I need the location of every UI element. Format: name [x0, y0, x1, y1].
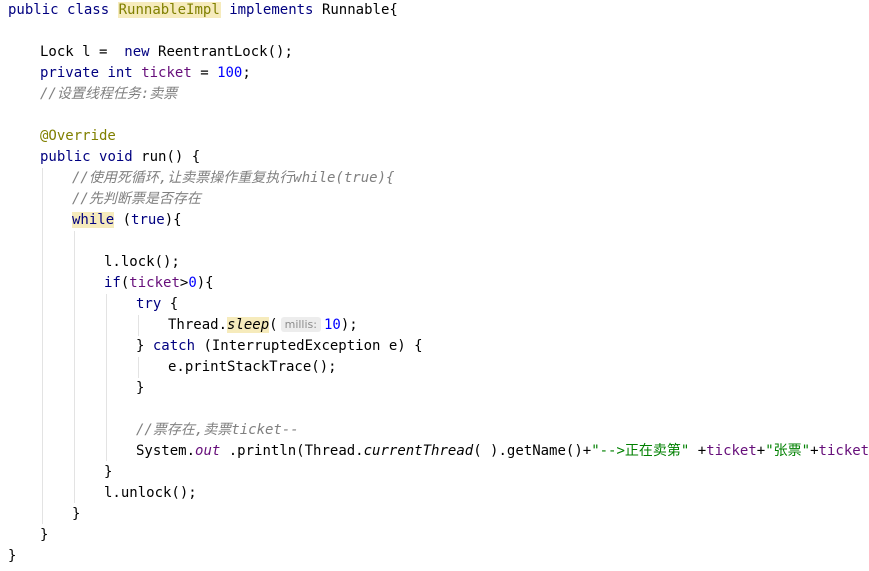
code-text: = [191, 65, 218, 81]
parameter-hint: millis: [280, 317, 321, 332]
keyword: void [99, 149, 133, 165]
code-line-comment[interactable]: //先判断票是否存在 [72, 189, 201, 210]
keyword: public [8, 2, 59, 18]
keyword: if [104, 275, 121, 291]
code-line-close-brace[interactable]: } [40, 525, 48, 546]
field-name: ticket [141, 65, 192, 81]
code-text: ); [340, 317, 358, 333]
indent-guide [138, 315, 139, 336]
code-text: ReentrantLock(); [149, 44, 293, 60]
code-line-try[interactable]: try { [136, 294, 178, 315]
keyword: public [40, 149, 91, 165]
code-text: ( ).getName()+ [473, 443, 592, 459]
code-text: l = [73, 44, 125, 60]
interface-name: Runnable{ [321, 2, 398, 18]
indent-guide [138, 357, 139, 378]
indent-guide [74, 231, 75, 503]
code-line-run-method[interactable]: public void run() { [40, 147, 200, 168]
code-line-class-declaration[interactable]: public class RunnableImpl implements Run… [8, 0, 398, 21]
code-line-comment[interactable]: //票存在,卖票ticket-- [136, 420, 299, 441]
keyword: try [136, 296, 162, 312]
static-field-out: out [195, 443, 221, 459]
code-line-close-brace[interactable]: } [72, 504, 80, 525]
number-literal: 100 [217, 65, 243, 81]
code-line-unlock-call[interactable]: l.unlock(); [104, 483, 197, 504]
keyword: true [131, 212, 165, 228]
string-literal: "-->正在卖第" [591, 443, 690, 459]
code-line-comment[interactable]: //使用死循环,让卖票操作重复执行while(true){ [72, 168, 394, 189]
code-text: ){ [196, 275, 214, 291]
field-name: ticket [818, 443, 869, 459]
code-text: run() { [132, 149, 201, 165]
keyword: catch [152, 338, 196, 354]
code-line-annotation[interactable]: @Override [40, 126, 116, 147]
code-line-catch[interactable]: } catch (InterruptedException e) { [136, 336, 423, 357]
code-text: (InterruptedException e) { [195, 338, 423, 354]
code-editor[interactable]: public class RunnableImpl implements Run… [0, 0, 869, 571]
code-line-lock-call[interactable]: l.lock(); [104, 252, 180, 273]
indent-guide [42, 168, 43, 524]
code-line-close-brace[interactable]: } [136, 378, 144, 399]
code-line-close-brace[interactable]: } [104, 462, 112, 483]
code-text: .println(Thread. [220, 443, 364, 459]
string-literal: "张票" [765, 443, 811, 459]
keyword: private [40, 65, 100, 81]
code-text: ( [269, 317, 278, 333]
keyword-while-highlight: while [72, 212, 115, 228]
code-text: { [161, 296, 179, 312]
keyword: class [67, 2, 110, 18]
code-text: ){ [164, 212, 182, 228]
code-line-close-brace[interactable]: } [8, 546, 16, 567]
field-name: ticket [706, 443, 757, 459]
code-line-comment[interactable]: //设置线程任务:卖票 [40, 84, 177, 105]
code-text: System. [136, 443, 196, 459]
class-name-highlight: RunnableImpl [117, 2, 221, 18]
code-line-print-stack-trace[interactable]: e.printStackTrace(); [168, 357, 337, 378]
code-line-ticket-field[interactable]: private int ticket = 100; [40, 63, 251, 84]
method-sleep-highlight: sleep [227, 317, 270, 333]
keyword: int [107, 65, 133, 81]
code-text: + [756, 443, 766, 459]
keyword: implements [229, 2, 314, 18]
code-text: ( [114, 212, 132, 228]
code-line-lock-field[interactable]: Lock l = new ReentrantLock(); [40, 42, 293, 63]
number-literal: 0 [188, 275, 197, 291]
code-text: + [810, 443, 819, 459]
code-line-println[interactable]: System.out .println(Thread.currentThread… [136, 441, 869, 462]
indent-guide [106, 294, 107, 461]
static-method-name: currentThread [363, 443, 474, 459]
code-line-sleep-call[interactable]: Thread.sleep(millis: 10); [168, 315, 358, 336]
code-text: + [689, 443, 707, 459]
number-literal: 10 [324, 317, 341, 333]
code-text: } [136, 338, 153, 354]
code-text: Thread. [168, 317, 228, 333]
keyword: new [124, 44, 150, 60]
code-line-while-loop[interactable]: while (true){ [72, 210, 182, 231]
field-name: ticket [129, 275, 180, 291]
code-text: ; [242, 65, 251, 81]
type-name: Lock [40, 44, 74, 60]
code-line-if-statement[interactable]: if(ticket>0){ [104, 273, 214, 294]
